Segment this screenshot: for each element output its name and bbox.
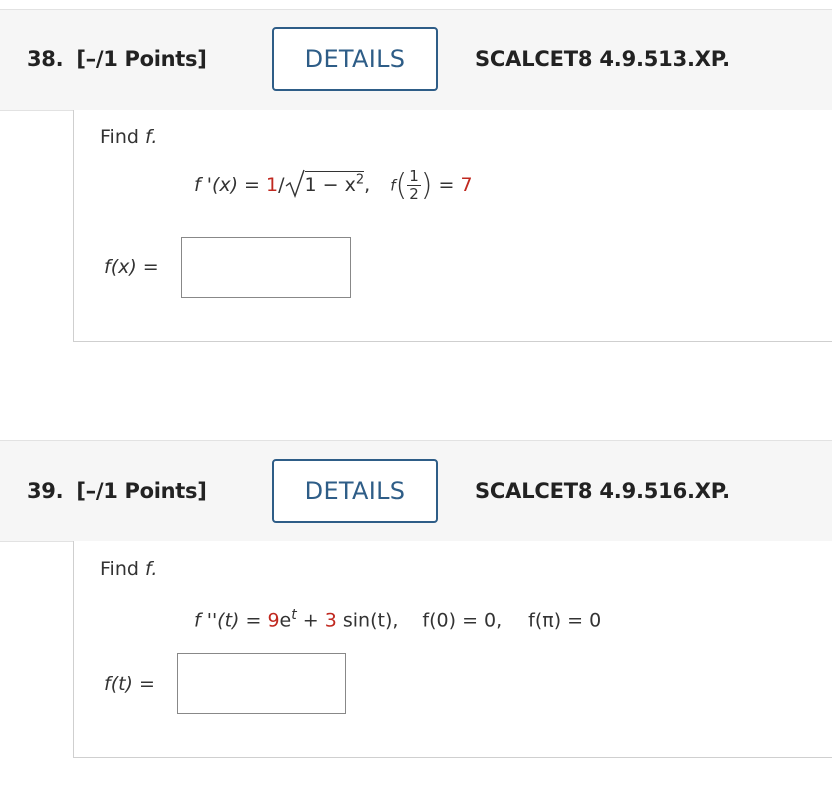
q39-points: [–/1 Points]: [76, 479, 207, 503]
sqrt-icon: [285, 168, 305, 203]
q38-eq-value: 7: [460, 174, 473, 196]
q39-cond2: f(π) = 0: [528, 609, 602, 632]
q39-cond1: f(0) = 0,: [422, 609, 503, 632]
q38-body: [73, 110, 832, 342]
q39-eq-coef2: 3: [324, 609, 337, 632]
q38-equation: f '(x) = 1/1 − x2, f(1 2) = 7: [194, 167, 473, 204]
q38-prompt: Find f.: [100, 126, 158, 148]
q39-header: 39. [–/1 Points] DETAILS SCALCET8 4.9.51…: [0, 440, 832, 542]
q38-details-button[interactable]: DETAILS: [272, 27, 438, 91]
q39-eq-coef1: 9: [267, 609, 280, 632]
q39-eq-lhs: f ''(t) =: [194, 609, 268, 632]
q39-answer-label: f(t) =: [104, 673, 155, 695]
q38-header: 38. [–/1 Points] DETAILS SCALCET8 4.9.51…: [0, 9, 832, 111]
q39-answer-input[interactable]: [177, 653, 346, 714]
q38-answer-label: f(x) =: [104, 256, 159, 278]
q38-title: 38. [–/1 Points]: [27, 47, 207, 71]
q39-prompt: Find f.: [100, 558, 158, 580]
q38-points: [–/1 Points]: [76, 47, 207, 71]
q38-eq-one: 1: [266, 174, 279, 196]
q38-fraction: 12: [407, 167, 421, 203]
q39-body: [73, 541, 832, 758]
q38-number: 38.: [27, 47, 64, 71]
q38-eq-lhs: f '(x) =: [194, 174, 267, 196]
q39-details-button[interactable]: DETAILS: [272, 459, 438, 523]
q38-code: SCALCET8 4.9.513.XP.: [475, 47, 730, 71]
q38-answer-input[interactable]: [181, 237, 351, 298]
q39-code: SCALCET8 4.9.516.XP.: [475, 479, 730, 503]
q39-equation: f ''(t) = 9et + 3 sin(t), f(0) = 0, f(π) =…: [194, 607, 602, 632]
q39-number: 39.: [27, 479, 64, 503]
q39-title: 39. [–/1 Points]: [27, 479, 207, 503]
